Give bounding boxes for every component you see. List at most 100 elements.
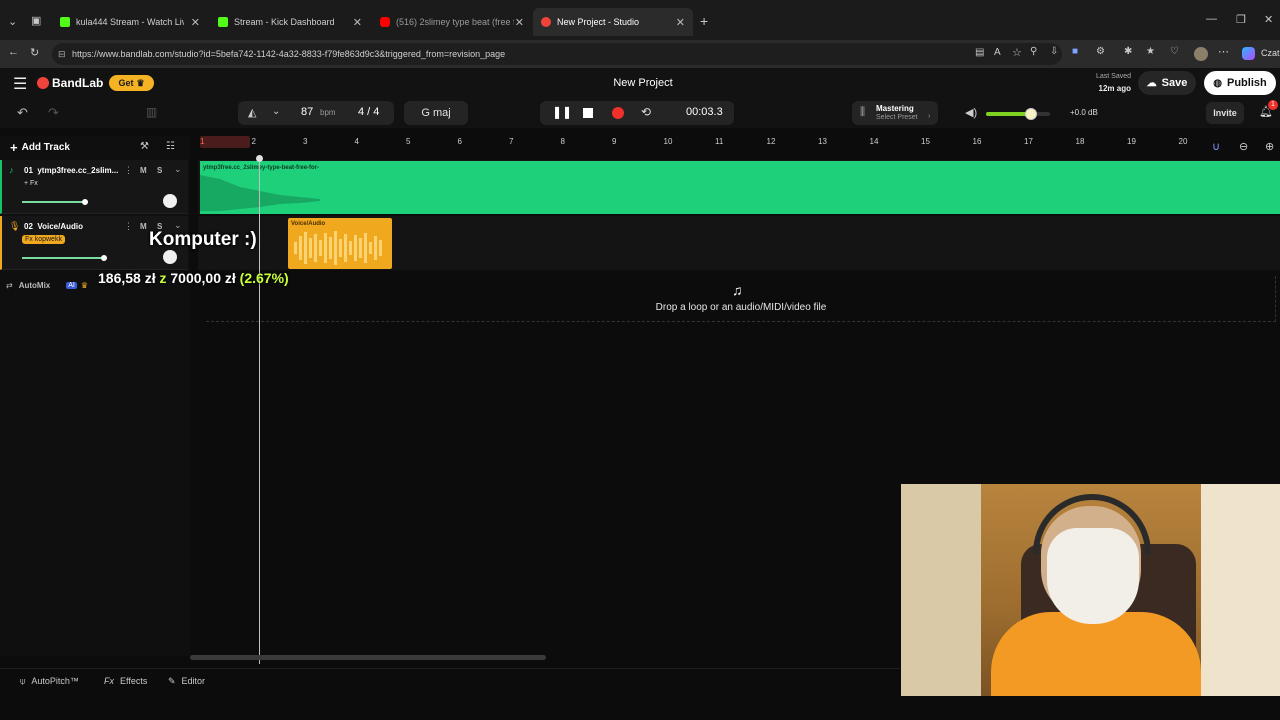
pan-knob[interactable] <box>163 194 177 208</box>
key-value: G maj <box>421 107 451 119</box>
track-menu-icon[interactable]: ⋮ <box>124 221 133 232</box>
pause-icon[interactable]: ❚❚ <box>552 105 572 119</box>
effects-button[interactable]: Fx Effects <box>104 676 147 686</box>
close-icon[interactable]: ✕ <box>353 16 362 29</box>
automix-icon: ⇄ <box>6 281 13 290</box>
more-icon[interactable]: ⋯ <box>1218 45 1229 58</box>
track-volume-handle[interactable] <box>101 255 107 261</box>
chevron-down-icon[interactable]: ⌄ <box>272 106 280 117</box>
track-menu-icon[interactable]: ⋮ <box>124 165 133 176</box>
ruler-tick: 10 <box>663 137 673 146</box>
pan-knob[interactable] <box>163 250 177 264</box>
mastering-button[interactable]: ⫼ Mastering Select Preset › <box>852 101 938 125</box>
playhead-line[interactable] <box>259 157 260 664</box>
chevron-down-icon[interactable]: ⌄ <box>174 164 182 175</box>
save-button[interactable]: ☁ Save <box>1138 71 1196 95</box>
track-name[interactable]: 01 ytmp3free.cc_2slim... <box>24 166 120 175</box>
autopitch-button[interactable]: ⍦ AutoPitch™ <box>20 676 79 687</box>
reload-icon[interactable]: ↻ <box>30 46 39 59</box>
project-title[interactable]: New Project <box>600 77 686 89</box>
mute-button[interactable]: M <box>140 222 147 231</box>
download-icon[interactable]: ⇩ <box>1050 46 1058 57</box>
reader-icon[interactable]: ▤ <box>975 47 984 58</box>
tab-bandlab-studio[interactable]: New Project - Studio ✕ <box>533 8 693 36</box>
minimize-icon[interactable]: — <box>1206 13 1217 25</box>
track-lane-2: Voice/Audio <box>198 216 1280 270</box>
extension-icon[interactable]: ■ <box>1072 46 1078 57</box>
zoom-in-icon[interactable]: ⊕ <box>1265 140 1274 153</box>
track-volume-slider[interactable] <box>22 201 86 203</box>
horizontal-scrollbar[interactable] <box>190 655 546 660</box>
clip-waveform <box>294 231 382 265</box>
audio-clip-voice[interactable]: Voice/Audio <box>288 218 392 269</box>
menu-icon[interactable]: ☰ <box>13 74 27 94</box>
add-track-button[interactable]: + Add Track <box>10 140 70 155</box>
add-fx-button[interactable]: + Fx <box>24 180 38 187</box>
volume-knob[interactable] <box>1024 108 1037 120</box>
time-display: 00:03.3 <box>686 106 723 118</box>
undo-icon[interactable]: ↶ <box>17 105 28 121</box>
settings-gear-icon[interactable]: ⚙ <box>1096 46 1105 57</box>
translate-icon[interactable]: A <box>994 47 1001 58</box>
stop-icon[interactable] <box>583 108 593 118</box>
effects-label: Effects <box>120 676 148 686</box>
track-name[interactable]: 02 Voice/Audio <box>24 222 120 231</box>
metronome-icon[interactable]: ◭ <box>248 106 256 119</box>
ruler-tick: 8 <box>560 137 565 146</box>
restore-icon[interactable]: ❐ <box>1236 13 1246 26</box>
master-volume-slider[interactable] <box>986 108 1050 120</box>
grid-snap-icon[interactable]: ▥ <box>146 105 157 119</box>
tab-kick-stream[interactable]: kula444 Stream - Watch Live o ✕ <box>52 8 208 36</box>
tab-list-icon[interactable]: ⌄ <box>8 15 17 28</box>
automix-button[interactable]: ⇄ AutoMix AI ♛ <box>6 281 88 290</box>
fx-preset-badge[interactable]: Fx kopwekk <box>22 235 65 244</box>
tab-kick-dashboard[interactable]: Stream - Kick Dashboard ✕ <box>210 8 370 36</box>
get-membership-button[interactable]: Get ♛ <box>109 75 154 91</box>
playhead-handle[interactable] <box>256 155 263 162</box>
bpm-value[interactable]: 87 <box>301 106 313 118</box>
invite-button[interactable]: Invite <box>1206 102 1244 124</box>
url-field[interactable]: ⊟ https://www.bandlab.com/studio?id=5bef… <box>52 43 1062 65</box>
profile-avatar[interactable] <box>1194 47 1208 61</box>
editor-button[interactable]: ✎ Editor <box>168 676 205 687</box>
redo-icon[interactable]: ↷ <box>48 105 59 121</box>
audio-clip-beat[interactable]: ytmp3free.cc_2slimey-type-beat-free-for- <box>200 161 1280 214</box>
collections-icon[interactable]: ★ <box>1146 46 1155 57</box>
tab-title: New Project - Studio <box>557 17 640 27</box>
solo-button[interactable]: S <box>157 166 162 175</box>
magnet-snap-icon[interactable]: ∪ <box>1212 140 1220 153</box>
loop-region[interactable] <box>200 136 250 148</box>
close-icon[interactable]: ✕ <box>676 16 685 29</box>
track-header-1[interactable]: ♪ 01 ytmp3free.cc_2slim... ⋮ M S ⌄ + Fx <box>0 160 188 214</box>
tools-icon[interactable]: ⚒ <box>140 141 149 152</box>
copilot-icon[interactable] <box>1242 47 1255 60</box>
track-volume-handle[interactable] <box>82 199 88 205</box>
tab-youtube[interactable]: (516) 2slimey type beat (free for p ✕ <box>372 8 532 36</box>
window-close-icon[interactable]: ✕ <box>1264 13 1273 26</box>
mic-icon[interactable]: ⚲ <box>1030 46 1037 57</box>
track-volume-slider[interactable] <box>22 257 106 259</box>
volume-db-readout: +0.0 dB <box>1070 108 1098 117</box>
time-signature[interactable]: 4 / 4 <box>358 106 379 118</box>
record-icon[interactable] <box>612 107 624 119</box>
timeline-ruler[interactable]: 1 2 3 4 5 6 7 8 9 10 11 12 13 14 15 16 17 18 19 20 <box>198 135 1208 149</box>
puzzle-icon[interactable]: ✱ <box>1124 46 1132 57</box>
back-icon[interactable]: ← <box>8 46 19 58</box>
heart-icon[interactable]: ♡ <box>1170 46 1179 57</box>
pencil-icon: ✎ <box>168 676 176 686</box>
close-icon[interactable]: ✕ <box>191 16 200 29</box>
track-settings-icon[interactable]: ☷ <box>166 141 175 152</box>
key-selector[interactable]: G maj <box>404 101 468 125</box>
publish-button[interactable]: ◍ Publish <box>1204 71 1276 95</box>
kick-icon <box>218 17 228 27</box>
speaker-icon[interactable]: ◀) <box>965 106 977 119</box>
close-icon[interactable]: ✕ <box>515 16 524 29</box>
workspaces-icon[interactable]: ▣ <box>31 14 41 27</box>
mute-button[interactable]: M <box>140 166 147 175</box>
drop-zone[interactable]: ♫ Drop a loop or an audio/MIDI/video fil… <box>206 276 1276 322</box>
zoom-out-icon[interactable]: ⊖ <box>1239 140 1248 153</box>
site-info-icon[interactable]: ⊟ <box>58 43 66 65</box>
loop-icon[interactable]: ⟲ <box>641 105 651 119</box>
new-tab-icon[interactable]: + <box>700 13 708 29</box>
favorite-star-icon[interactable]: ☆ <box>1012 46 1022 59</box>
